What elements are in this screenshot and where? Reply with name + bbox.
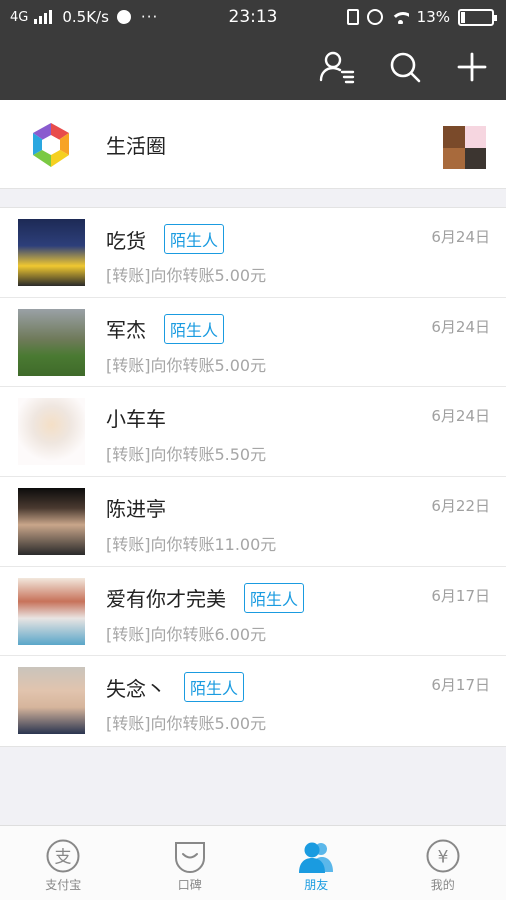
message-preview: [转账]向你转账5.50元 xyxy=(106,445,267,465)
tab-label: 支付宝 xyxy=(45,878,82,892)
message-preview: [转账]向你转账11.00元 xyxy=(106,535,277,555)
alipay-icon: 支 xyxy=(45,838,81,874)
message-date: 6月17日 xyxy=(431,586,490,605)
plus-icon[interactable] xyxy=(453,48,491,86)
life-circle-entry[interactable]: 生活圈 xyxy=(0,100,506,189)
life-circle-thumbnail xyxy=(443,126,486,169)
tab-koubei[interactable]: 口碑 xyxy=(127,826,254,900)
message-preview: [转账]向你转账5.00元 xyxy=(106,355,267,375)
globe-icon xyxy=(116,10,131,24)
stranger-badge: 陌生人 xyxy=(164,313,225,344)
contact-name: 失念丶 xyxy=(106,676,166,701)
message-date: 6月24日 xyxy=(431,317,490,336)
status-bar: 4G 0.5K/s ··· 23:13 13% xyxy=(0,0,506,34)
more-notifications-icon: ··· xyxy=(140,8,159,26)
message-date: 6月24日 xyxy=(431,228,490,246)
life-circle-label: 生活圈 xyxy=(106,134,166,158)
svg-text:¥: ¥ xyxy=(437,848,448,868)
svg-text:支: 支 xyxy=(55,848,72,868)
search-icon[interactable] xyxy=(386,48,424,86)
conversation-row[interactable]: 陈进亭 6月22日 [转账]向你转账11.00元 xyxy=(0,477,506,567)
vibrate-icon xyxy=(346,9,359,25)
message-preview: [转账]向你转账5.00元 xyxy=(106,266,267,285)
contact-name: 军杰 xyxy=(106,318,146,343)
contact-name: 爱有你才完美 xyxy=(106,587,226,612)
life-circle-logo-icon xyxy=(28,121,74,169)
avatar xyxy=(18,219,85,286)
battery-percent: 13% xyxy=(416,8,450,26)
message-preview: [转账]向你转账6.00元 xyxy=(106,624,267,644)
avatar xyxy=(18,667,85,735)
network-speed: 0.5K/s xyxy=(62,8,109,26)
contact-name: 小车车 xyxy=(106,407,166,432)
avatar xyxy=(18,308,85,376)
stranger-badge: 陌生人 xyxy=(184,672,245,703)
contact-name: 吃货 xyxy=(106,228,146,253)
signal-icon xyxy=(34,10,53,24)
contacts-menu-icon[interactable] xyxy=(318,48,356,86)
tab-label: 朋友 xyxy=(304,878,329,892)
conversation-row[interactable]: 小车车 6月24日 [转账]向你转账5.50元 xyxy=(0,387,506,478)
tab-label: 我的 xyxy=(430,878,455,892)
alarm-icon xyxy=(366,9,383,25)
avatar xyxy=(18,398,85,466)
message-date: 6月24日 xyxy=(431,407,490,426)
conversation-row[interactable]: 爱有你才完美 陌生人 6月17日 [转账]向你转账6.00元 xyxy=(0,567,506,657)
avatar xyxy=(18,577,85,645)
wifi-icon xyxy=(390,10,409,24)
battery-icon xyxy=(458,8,497,26)
tab-friends[interactable]: 朋友 xyxy=(253,826,380,900)
conversation-row[interactable]: 失念丶 陌生人 6月17日 [转账]向你转账5.00元 xyxy=(0,656,506,746)
koubei-icon xyxy=(172,838,208,874)
tab-alipay[interactable]: 支 支付宝 xyxy=(0,826,127,900)
network-type: 4G xyxy=(10,9,29,25)
avatar xyxy=(18,488,85,556)
message-date: 6月17日 xyxy=(431,676,490,695)
title-bar xyxy=(0,34,506,100)
yuan-icon: ¥ xyxy=(425,838,461,874)
message-date: 6月22日 xyxy=(431,497,490,516)
contact-name: 陈进亭 xyxy=(106,497,166,522)
tab-label: 口碑 xyxy=(177,878,202,892)
tab-mine[interactable]: ¥ 我的 xyxy=(380,826,506,900)
conversation-row[interactable]: 军杰 陌生人 6月24日 [转账]向你转账5.00元 xyxy=(0,298,506,388)
bottom-tab-bar: 支 支付宝 口碑 朋友 ¥ 我的 xyxy=(0,825,506,900)
stranger-badge: 陌生人 xyxy=(244,582,305,613)
conversation-list: 吃货 陌生人 6月24日 [转账]向你转账5.00元 军杰 陌生人 6月24日 … xyxy=(0,207,506,748)
stranger-badge: 陌生人 xyxy=(164,224,225,254)
message-preview: [转账]向你转账5.00元 xyxy=(106,714,267,734)
friends-icon xyxy=(298,838,334,874)
conversation-row[interactable]: 吃货 陌生人 6月24日 [转账]向你转账5.00元 xyxy=(0,208,506,298)
